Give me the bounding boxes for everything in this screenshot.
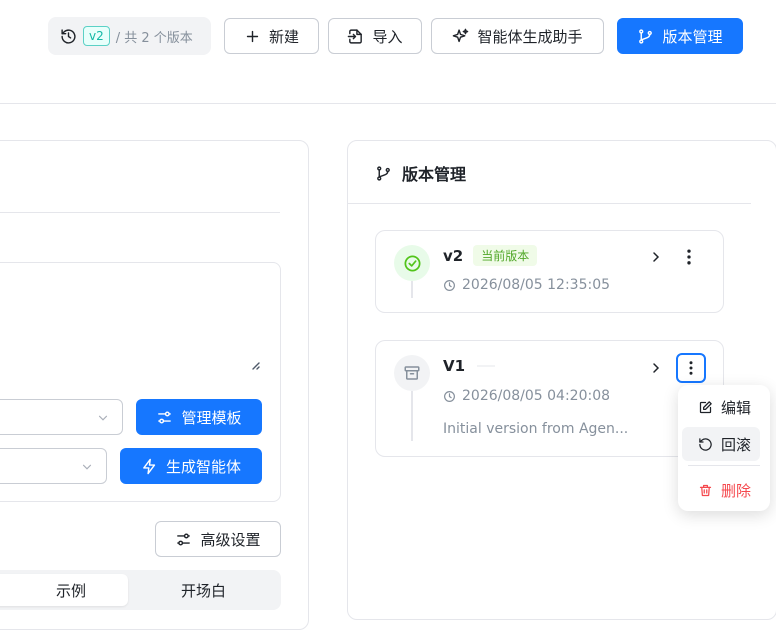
more-vertical-icon[interactable] (679, 247, 699, 267)
segmented-tabs: 示例 开场白 (0, 570, 281, 610)
history-icon (60, 28, 77, 45)
version-management-label: 版本管理 (662, 27, 723, 46)
sliders-icon (156, 409, 173, 426)
chevron-down-icon (96, 410, 110, 424)
version-header: V1 (443, 357, 496, 375)
new-button[interactable]: 新建 (224, 18, 319, 54)
version-header: v2 当前版本 (443, 245, 538, 266)
tab-opening[interactable]: 开场白 (130, 574, 277, 606)
version-panel-title: 版本管理 (375, 160, 466, 186)
menu-item-rollback[interactable]: 回滚 (682, 427, 760, 461)
advanced-settings-label: 高级设置 (200, 530, 261, 549)
menu-divider (688, 465, 760, 466)
version-badge: v2 (83, 26, 110, 46)
timeline-line (411, 391, 413, 441)
menu-item-edit[interactable]: 编辑 (682, 390, 760, 424)
advanced-settings-button[interactable]: 高级设置 (155, 521, 281, 557)
tab-examples-label: 示例 (55, 581, 86, 600)
version-panel-title-text: 版本管理 (402, 165, 467, 184)
git-branch-icon (375, 165, 392, 182)
edit-icon (698, 400, 713, 415)
current-version-badge: 当前版本 (473, 245, 538, 266)
more-vertical-icon[interactable] (676, 353, 706, 383)
chevron-right-icon[interactable] (648, 360, 664, 376)
agent-assistant-label: 智能体生成助手 (477, 27, 583, 46)
version-time-text: 2026/08/05 12:35:05 (462, 277, 611, 293)
tab-examples[interactable]: 示例 (0, 574, 128, 606)
chevron-down-icon (80, 459, 94, 473)
divider (0, 212, 280, 213)
sparkle-icon (452, 28, 469, 45)
generate-agent-button[interactable]: 生成智能体 (120, 448, 262, 484)
version-context-menu: 编辑 回滚 删除 (678, 385, 770, 511)
model-select[interactable] (0, 448, 107, 484)
rollback-label: 回滚 (721, 435, 752, 454)
badge-placeholder (477, 365, 496, 367)
chevron-right-icon[interactable] (648, 249, 664, 265)
edit-label: 编辑 (721, 398, 752, 417)
agent-assistant-button[interactable]: 智能体生成助手 (431, 18, 604, 54)
tab-opening-label: 开场白 (180, 581, 226, 600)
menu-item-delete[interactable]: 删除 (682, 473, 760, 507)
version-time: 2026/08/05 04:20:08 (443, 388, 610, 404)
import-label: 导入 (372, 27, 403, 46)
divider (348, 203, 751, 204)
import-icon (347, 28, 364, 45)
resize-handle-icon[interactable] (249, 359, 261, 371)
version-management-button[interactable]: 版本管理 (617, 18, 743, 54)
git-branch-icon (637, 28, 654, 45)
sliders-icon (175, 531, 192, 548)
version-card-v2[interactable]: v2 当前版本 2026/08/05 12:35:05 (375, 230, 724, 313)
new-label: 新建 (268, 27, 299, 46)
rotate-ccw-icon (698, 437, 713, 452)
version-total: / 共 2 个版本 (115, 30, 193, 46)
version-card-v1[interactable]: V1 2026/08/05 04:20:08 Initial version f… (375, 340, 724, 457)
manage-template-button[interactable]: 管理模板 (136, 399, 262, 435)
clock-icon (443, 279, 456, 292)
version-time-text: 2026/08/05 04:20:08 (462, 388, 611, 404)
clock-icon (443, 390, 456, 403)
plus-icon (244, 28, 261, 45)
generate-agent-label: 生成智能体 (165, 457, 241, 476)
version-name: V1 (443, 357, 466, 375)
version-time: 2026/08/05 12:35:05 (443, 277, 610, 293)
timeline-line (411, 281, 413, 298)
template-select[interactable] (0, 399, 123, 435)
version-name: v2 (443, 246, 464, 265)
version-description: Initial version from Agen... (443, 421, 629, 437)
check-circle-icon (394, 245, 430, 281)
lightning-icon (141, 458, 158, 475)
trash-icon (698, 483, 713, 498)
manage-template-label: 管理模板 (181, 408, 242, 427)
import-button[interactable]: 导入 (328, 18, 422, 54)
version-indicator[interactable]: v2 / 共 2 个版本 (48, 17, 211, 55)
delete-label: 删除 (721, 481, 752, 500)
archive-icon (394, 355, 430, 391)
